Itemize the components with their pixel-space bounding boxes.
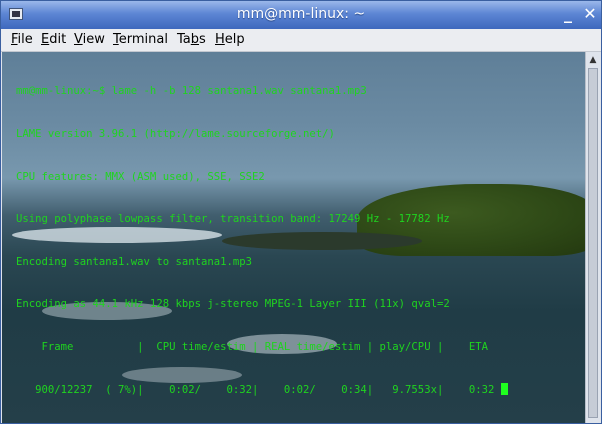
scroll-thumb[interactable] <box>588 68 598 418</box>
terminal-line: mm@mm-linux:~$ lame -h -b 128 santana1.w… <box>16 85 367 98</box>
terminal-line: Using polyphase lowpass filter, transiti… <box>16 213 450 226</box>
menu-tabs-label: s <box>199 32 206 47</box>
menu-file[interactable]: File <box>11 32 33 47</box>
menu-file-label: ile <box>17 32 33 47</box>
cursor <box>500 382 508 395</box>
menu-bar: File Edit View Terminal Tabs Help <box>1 29 601 52</box>
terminal-line: Encoding as 44.1 kHz 128 kbps j-stereo M… <box>16 298 450 311</box>
scroll-up-arrow-icon[interactable]: ▲ <box>588 55 598 65</box>
terminal-line: LAME version 3.96.1 (http://lame.sourcef… <box>16 128 335 141</box>
menu-terminal[interactable]: Terminal <box>113 32 168 47</box>
terminal-window: mm@mm-linux: ~ _ ✕ File Edit View Termin… <box>0 0 602 424</box>
scrollbar[interactable]: ▲ <box>585 52 601 423</box>
terminal-output: mm@mm-linux:~$ lame -h -b 128 santana1.w… <box>16 56 508 423</box>
menu-view[interactable]: View <box>74 32 105 47</box>
menu-help-label: elp <box>224 32 245 47</box>
menu-view-label: iew <box>82 32 105 47</box>
close-icon[interactable]: ✕ <box>579 3 601 25</box>
terminal-line: Encoding santana1.wav to santana1.mp3 <box>16 255 252 268</box>
menu-view-mnemonic: V <box>74 32 83 47</box>
terminal-line: CPU features: MMX (ASM used), SSE, SSE2 <box>16 170 265 183</box>
terminal-area[interactable]: mm@mm-linux:~$ lame -h -b 128 santana1.w… <box>2 52 585 423</box>
menu-tabs[interactable]: Tabs <box>177 32 206 47</box>
menu-edit[interactable]: Edit <box>41 32 66 47</box>
menu-tabs-prefix: Ta <box>177 32 191 47</box>
menu-edit-label: dit <box>49 32 67 47</box>
terminal-line: Frame | CPU time/estim | REAL time/estim… <box>16 341 488 354</box>
title-bar[interactable]: mm@mm-linux: ~ _ ✕ <box>1 1 601 29</box>
menu-help[interactable]: Help <box>215 32 245 47</box>
minimize-icon[interactable]: _ <box>557 3 579 25</box>
terminal-line: 900/12237 ( 7%)| 0:02/ 0:32| 0:02/ 0:34|… <box>16 383 501 396</box>
menu-help-mnemonic: H <box>215 32 225 47</box>
window-title: mm@mm-linux: ~ <box>236 6 366 22</box>
menu-tabs-mnemonic: b <box>190 32 200 47</box>
menu-edit-mnemonic: E <box>41 32 50 47</box>
terminal-progress-row: 900/12237 ( 7%)| 0:02/ 0:32| 0:02/ 0:34|… <box>16 382 508 397</box>
menu-terminal-label: erminal <box>118 32 168 47</box>
